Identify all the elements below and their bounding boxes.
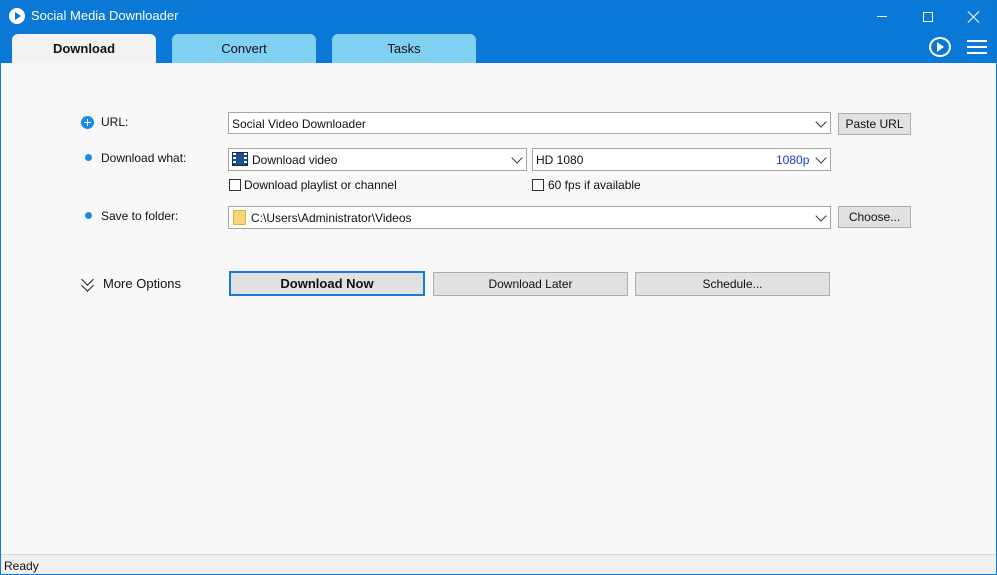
download-type-value: Download video <box>252 153 338 167</box>
playlist-checkbox-label[interactable]: Download playlist or channel <box>244 178 397 192</box>
folder-value: C:\Users\Administrator\Videos <box>251 211 412 225</box>
url-value: Social Video Downloader <box>232 117 366 131</box>
tab-convert[interactable]: Convert <box>172 34 316 63</box>
tab-tasks[interactable]: Tasks <box>332 34 476 63</box>
minimize-button[interactable] <box>859 1 905 32</box>
folder-icon <box>233 210 246 225</box>
chevron-down-icon[interactable] <box>511 152 523 164</box>
choose-folder-button[interactable]: Choose... <box>838 206 911 228</box>
close-icon <box>968 11 980 23</box>
app-window: Social Media Downloader Download Convert… <box>0 0 997 575</box>
maximize-icon <box>923 11 933 22</box>
chevron-down-icon[interactable] <box>815 116 827 128</box>
close-button[interactable] <box>951 1 997 32</box>
bullet-dot <box>85 154 92 161</box>
help-play-icon[interactable] <box>929 37 951 57</box>
fps-checkbox[interactable] <box>532 179 544 191</box>
download-later-button[interactable]: Download Later <box>433 272 628 296</box>
quality-select[interactable]: HD 1080 1080p <box>532 148 831 171</box>
plus-icon[interactable] <box>81 116 94 129</box>
download-now-button[interactable]: Download Now <box>229 271 425 296</box>
url-label: URL: <box>101 115 129 129</box>
download-type-select[interactable]: Download video <box>228 148 527 171</box>
tab-bar: Download Convert Tasks <box>1 32 996 63</box>
status-text: Ready <box>4 559 39 573</box>
folder-combobox[interactable]: C:\Users\Administrator\Videos <box>228 206 831 229</box>
app-icon <box>9 8 25 24</box>
minimize-icon <box>877 16 887 17</box>
download-what-label: Download what: <box>101 151 187 165</box>
quality-value: HD 1080 <box>536 153 584 167</box>
film-icon <box>232 152 248 166</box>
chevron-down-icon[interactable] <box>815 152 827 164</box>
paste-url-button[interactable]: Paste URL <box>838 113 911 135</box>
maximize-button[interactable] <box>905 1 951 32</box>
url-combobox[interactable]: Social Video Downloader <box>228 112 831 134</box>
schedule-button[interactable]: Schedule... <box>635 272 830 296</box>
title-bar: Social Media Downloader <box>1 1 996 32</box>
quality-tag: 1080p <box>776 153 810 167</box>
more-options-toggle[interactable]: More Options <box>103 276 181 291</box>
status-bar: Ready <box>1 554 996 574</box>
hamburger-menu-icon[interactable] <box>967 39 987 55</box>
chevron-down-icon[interactable] <box>815 210 827 222</box>
bullet-dot <box>85 212 92 219</box>
save-folder-label: Save to folder: <box>101 209 179 223</box>
playlist-checkbox[interactable] <box>229 179 241 191</box>
fps-checkbox-label[interactable]: 60 fps if available <box>548 178 641 192</box>
tab-download[interactable]: Download <box>12 34 156 63</box>
window-title: Social Media Downloader <box>31 8 179 23</box>
